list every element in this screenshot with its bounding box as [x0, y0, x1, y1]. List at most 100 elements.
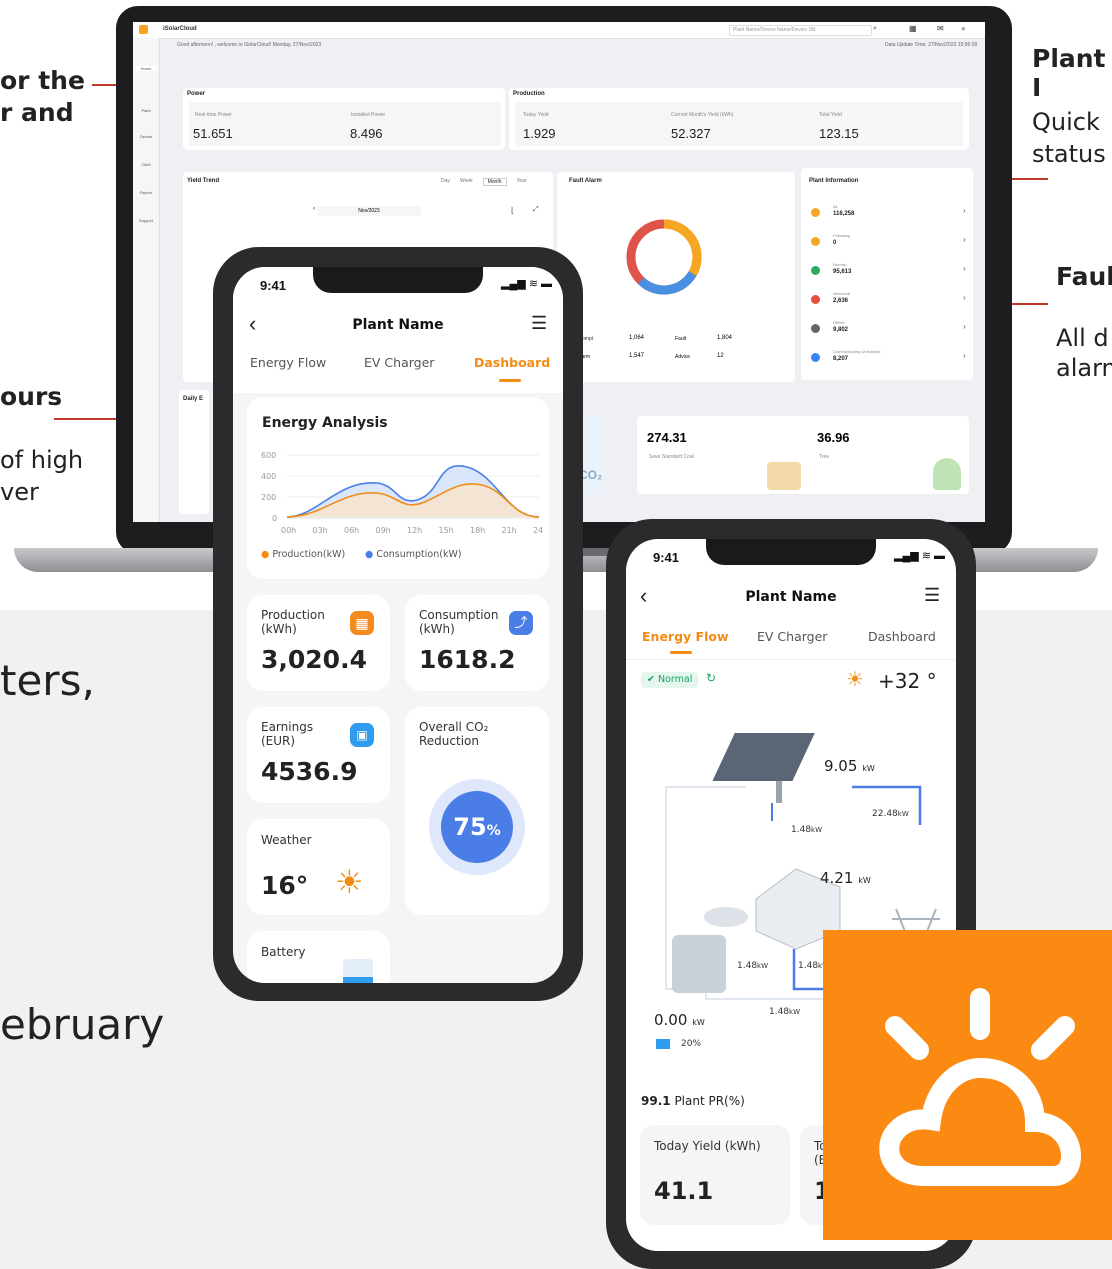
- fault-stat-prompt-value[interactable]: 1,064: [629, 335, 644, 341]
- today-yield-card[interactable]: Today Yield (kWh) 41.1: [640, 1125, 790, 1225]
- fault-stat-fault-value[interactable]: 1,804: [717, 335, 732, 341]
- search-input[interactable]: Plant Name/Device Name/Device SN: [729, 25, 872, 36]
- energy-analysis-card: Energy Analysis 600 400 200 0 00h 03h 06h 0…: [247, 397, 549, 579]
- pv-value: 9.05: [824, 757, 858, 775]
- tab-week[interactable]: Week: [460, 178, 473, 186]
- status-icon: [811, 295, 820, 304]
- mail-icon[interactable]: ✉: [937, 24, 944, 33]
- menu-icon[interactable]: ☰: [531, 313, 547, 334]
- sidebar-item-plant[interactable]: Plant: [136, 108, 156, 113]
- x-tick: 06h: [344, 526, 359, 535]
- tree-value: 36.96: [817, 430, 850, 445]
- plant-info-row[interactable]: All 116,258 ›: [809, 202, 967, 226]
- search-icon[interactable]: ⌕: [873, 25, 877, 33]
- left-callout-line2: r and: [0, 98, 74, 127]
- chevron-right-icon[interactable]: ›: [963, 235, 966, 244]
- consumption-card[interactable]: Consumption (kWh) ⤴ 1618.2: [405, 595, 549, 691]
- co2-reduction-card[interactable]: Overall CO₂ Reduction 75%: [405, 707, 549, 915]
- phone-notch: [313, 267, 483, 293]
- tab-year[interactable]: Year: [517, 178, 527, 186]
- plant-pr: 99.1 Plant PR(%): [641, 1094, 745, 1108]
- tab-ev-charger[interactable]: EV Charger: [364, 355, 434, 370]
- qr-icon[interactable]: ▦: [909, 24, 917, 33]
- bottom-text-line1: ters,: [0, 656, 95, 705]
- plant-info-row[interactable]: Commissioning Unfinished 8,207 ›: [809, 347, 967, 371]
- metric-label: Today Yield: [523, 112, 549, 118]
- today-yield-value: 41.1: [654, 1177, 714, 1205]
- tab-energy-flow[interactable]: Energy Flow: [642, 629, 729, 644]
- house-link-power: 1.48kW: [791, 825, 822, 835]
- menu-icon[interactable]: ☰: [924, 585, 940, 606]
- grid-unit: kW: [897, 810, 909, 818]
- prev-month-icon[interactable]: ‹: [313, 206, 315, 212]
- sidebar-item-support[interactable]: Support: [136, 218, 156, 223]
- legend-dot: ●: [261, 549, 270, 560]
- production-card: Production Today Yield 1.929 Current Mon…: [509, 88, 969, 150]
- plant-info-row[interactable]: Normal 95,613 ›: [809, 260, 967, 284]
- chevron-right-icon[interactable]: ›: [963, 206, 966, 215]
- legend-consumption: ● Consumption(kW): [365, 549, 462, 560]
- right-callout-mid-line1: All d: [1056, 324, 1109, 352]
- x-tick: 24h: [533, 526, 543, 535]
- expand-icon[interactable]: ⤢: [533, 206, 539, 214]
- fault-stat-advice-value[interactable]: 12: [717, 353, 724, 359]
- production-value: 3,020.4: [261, 645, 367, 674]
- cloud-outline: [879, 1057, 1082, 1186]
- status-time: 9:41: [260, 278, 287, 293]
- fault-stat-alarm-value[interactable]: 1,547: [629, 353, 644, 359]
- tab-energy-flow[interactable]: Energy Flow: [250, 355, 326, 370]
- sidebar-item-home[interactable]: Home: [136, 66, 156, 71]
- refresh-icon[interactable]: ↻: [706, 671, 716, 685]
- user-icon[interactable]: ●: [961, 24, 966, 33]
- metric-label: Current Month's Yield (kWh): [671, 112, 734, 118]
- isolarcloud-app-icon: [823, 930, 1112, 1240]
- production-label: Production (kWh): [261, 608, 325, 636]
- chevron-right-icon[interactable]: ›: [963, 351, 966, 360]
- active-tab-indicator: [670, 651, 692, 654]
- daily-card: Daily E: [179, 390, 209, 514]
- link-unit: kW: [811, 826, 823, 834]
- tab-month[interactable]: Month: [482, 178, 507, 186]
- chart-type-icon[interactable]: ⌊: [511, 206, 514, 215]
- metric-label: Total Yield: [819, 112, 842, 118]
- active-tab-indicator: [499, 379, 521, 382]
- left-callout-line1: or the: [0, 66, 85, 95]
- status-icon: [811, 237, 820, 246]
- battery-card[interactable]: Battery: [247, 931, 390, 983]
- plant-info-value: 0: [833, 240, 837, 246]
- chevron-right-icon[interactable]: ›: [963, 293, 966, 302]
- weather-card[interactable]: Weather 16° ☀: [247, 819, 390, 915]
- link-value: 1.48: [769, 1007, 790, 1017]
- chevron-right-icon[interactable]: ›: [963, 322, 966, 331]
- co2-badge: 75%: [441, 791, 513, 863]
- status-icon: [811, 266, 820, 275]
- legend-production-label: Production(kW): [272, 549, 346, 560]
- solar-panel-icon: [712, 733, 815, 781]
- plant-info-row[interactable]: Offline 9,802 ›: [809, 318, 967, 342]
- x-tick: 18h: [470, 526, 485, 535]
- month-picker[interactable]: Nov/2023: [317, 206, 421, 216]
- status-icons: ▂▄▆ ≋ ▬: [501, 278, 553, 290]
- tab-ev-charger[interactable]: EV Charger: [757, 629, 827, 644]
- tab-dashboard[interactable]: Dashboard: [868, 629, 936, 644]
- battery-unit: kW: [692, 1018, 705, 1027]
- chevron-right-icon[interactable]: ›: [963, 264, 966, 273]
- coal-card: 274.31 Save Standard Coal: [637, 416, 827, 494]
- tab-day[interactable]: Day: [441, 178, 450, 186]
- plant-info-row[interactable]: Abnormal 2,636 ›: [809, 289, 967, 313]
- sidebar-item-om[interactable]: O&M: [136, 162, 156, 167]
- status-badge: ✔ Normal: [641, 672, 699, 688]
- daily-title: Daily E: [183, 396, 204, 402]
- earnings-card[interactable]: Earnings (EUR) ▣ 4536.9: [247, 707, 390, 803]
- sidebar-item-device[interactable]: Device: [136, 134, 156, 139]
- sidebar-item-report[interactable]: Report: [136, 190, 156, 195]
- sun-cloud-icon: [879, 988, 1082, 1186]
- metric-value: 52.327: [671, 126, 711, 141]
- tab-dashboard[interactable]: Dashboard: [474, 355, 550, 370]
- production-card[interactable]: Production (kWh) ▦ 3,020.4: [247, 595, 390, 691]
- link-value: 1.48: [798, 961, 819, 971]
- greeting-text: Good afternoon! , welcome to iSolarCloud…: [177, 42, 322, 48]
- energy-analysis-title: Energy Analysis: [262, 415, 388, 431]
- plant-info-row[interactable]: Following 0 ›: [809, 231, 967, 255]
- app-logo-icon: [139, 25, 148, 34]
